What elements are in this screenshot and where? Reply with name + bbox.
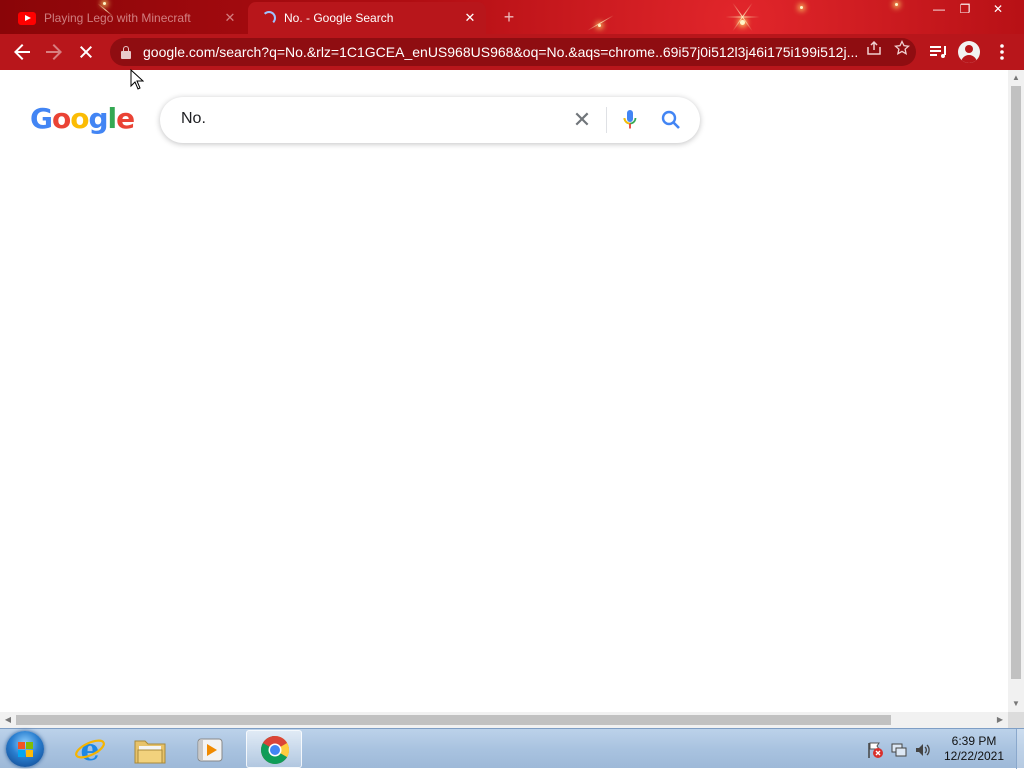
back-button[interactable] xyxy=(10,40,34,64)
windows-logo-icon xyxy=(26,750,33,757)
logo-letter: e xyxy=(116,102,135,135)
taskbar-media-player[interactable] xyxy=(182,730,238,768)
close-window-button[interactable]: ✕ xyxy=(983,0,1013,18)
clock-date: 12/22/2021 xyxy=(943,749,1005,763)
logo-letter: o xyxy=(51,102,71,135)
browser-toolbar: google.com/search?q=No.&rlz=1C1GCEA_enUS… xyxy=(0,34,1024,70)
clock-time: 6:39 PM xyxy=(951,734,997,748)
url-text[interactable]: google.com/search?q=No.&rlz=1C1GCEA_enUS… xyxy=(139,44,860,60)
youtube-icon xyxy=(18,11,36,25)
search-input[interactable]: No. xyxy=(181,110,206,128)
share-button[interactable] xyxy=(860,38,888,66)
profile-avatar-button[interactable] xyxy=(958,41,980,63)
address-bar[interactable]: google.com/search?q=No.&rlz=1C1GCEA_enUS… xyxy=(110,38,916,66)
file-explorer-icon xyxy=(134,740,166,764)
horizontal-scroll-thumb[interactable] xyxy=(16,715,891,725)
search-box[interactable]: No. ✕ xyxy=(160,97,700,143)
volume-icon[interactable] xyxy=(914,741,932,759)
forward-button[interactable] xyxy=(42,40,66,64)
sparkle-decoration xyxy=(800,6,803,9)
svg-text:e: e xyxy=(80,733,99,765)
windows-logo-icon xyxy=(26,742,33,749)
sparkle-decoration xyxy=(587,15,614,31)
logo-letter: g xyxy=(88,102,108,135)
bookmark-button[interactable] xyxy=(888,38,916,66)
more-vertical-icon xyxy=(1000,44,1004,60)
reading-list-button[interactable] xyxy=(926,40,950,64)
scroll-up-icon[interactable]: ▲ xyxy=(1008,70,1024,86)
lock-icon xyxy=(121,45,131,59)
action-center-flag-icon[interactable] xyxy=(866,741,884,759)
logo-letter: l xyxy=(107,102,118,135)
person-icon-body xyxy=(961,55,977,63)
tab-close-icon[interactable]: ✕ xyxy=(460,10,480,26)
show-desktop-button[interactable] xyxy=(1016,729,1024,769)
tab-title: No. - Google Search xyxy=(284,11,394,25)
mouse-cursor-icon xyxy=(130,69,144,90)
internet-explorer-icon: e xyxy=(75,733,105,765)
sparkle-decoration xyxy=(895,3,898,6)
windows-logo-icon xyxy=(18,750,25,757)
chrome-icon xyxy=(261,736,289,764)
sparkle-decoration xyxy=(725,16,760,18)
clear-search-icon[interactable]: ✕ xyxy=(570,107,594,133)
arrow-left-icon xyxy=(14,44,30,60)
google-logo[interactable]: Google xyxy=(30,102,135,135)
vertical-scrollbar[interactable]: ▲ ▼ xyxy=(1008,70,1024,712)
taskbar-internet-explorer[interactable]: e xyxy=(62,730,118,768)
vertical-scroll-thumb[interactable] xyxy=(1011,86,1021,679)
browser-title-bar: Playing Lego with Minecraft ✕ No. - Goog… xyxy=(0,0,1024,34)
tab-google-search[interactable]: No. - Google Search ✕ xyxy=(248,2,486,34)
person-icon xyxy=(965,45,973,53)
voice-search-icon[interactable] xyxy=(622,107,638,133)
media-player-icon xyxy=(197,738,223,762)
scroll-left-icon[interactable]: ◀ xyxy=(0,712,16,728)
tab-close-icon[interactable]: ✕ xyxy=(220,10,240,26)
stop-loading-button[interactable] xyxy=(74,40,98,64)
system-clock[interactable]: 6:39 PM 12/22/2021 xyxy=(936,734,1012,764)
taskbar-chrome[interactable] xyxy=(246,730,302,768)
arrow-right-icon xyxy=(46,44,62,60)
windows-taskbar: e 6:39 PM 12/22/2021 xyxy=(0,728,1024,769)
new-tab-button[interactable]: + xyxy=(498,7,520,27)
star-icon xyxy=(893,39,911,55)
loading-spinner-icon xyxy=(262,11,276,25)
logo-letter: G xyxy=(30,102,53,135)
close-icon xyxy=(80,46,92,58)
network-icon[interactable] xyxy=(890,741,908,759)
taskbar-file-explorer[interactable] xyxy=(122,730,178,768)
tab-youtube[interactable]: Playing Lego with Minecraft ✕ xyxy=(8,2,246,34)
google-search-page: Google No. ✕ xyxy=(0,70,1008,712)
scrollbar-corner xyxy=(1008,712,1024,728)
logo-letter: o xyxy=(70,102,89,135)
restore-button[interactable]: ❐ xyxy=(950,0,980,18)
scroll-down-icon[interactable]: ▼ xyxy=(1008,696,1024,712)
search-divider xyxy=(606,107,607,133)
search-icon[interactable] xyxy=(659,108,683,132)
horizontal-scrollbar[interactable]: ◀ ▶ xyxy=(0,712,1008,728)
share-icon xyxy=(867,40,881,55)
windows-logo-icon xyxy=(18,742,25,749)
start-button[interactable] xyxy=(6,731,44,767)
tab-title: Playing Lego with Minecraft xyxy=(44,11,191,25)
chrome-menu-button[interactable] xyxy=(990,40,1014,64)
media-queue-icon xyxy=(930,46,946,58)
scroll-right-icon[interactable]: ▶ xyxy=(992,712,1008,728)
